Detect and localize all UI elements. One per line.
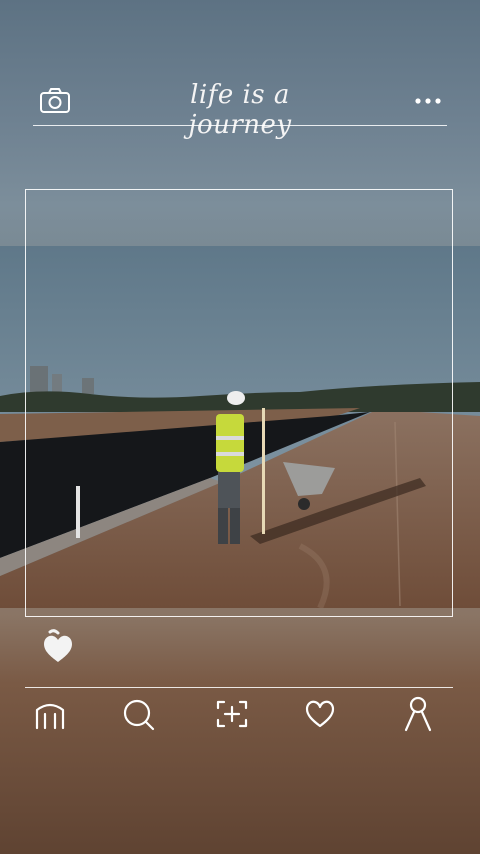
- nav-favorites[interactable]: [302, 694, 338, 734]
- heart-filled-icon: [44, 629, 72, 662]
- nav-search[interactable]: [120, 694, 156, 734]
- heart-outline-icon: [305, 700, 335, 728]
- camera-button[interactable]: [38, 86, 72, 116]
- page-title: life is a journey: [140, 78, 340, 140]
- nav-divider: [25, 687, 453, 688]
- top-bar: life is a journey: [0, 0, 480, 190]
- home-icon: [35, 703, 65, 730]
- more-options-button[interactable]: [412, 90, 444, 110]
- camera-icon: [40, 88, 70, 113]
- nav-scan[interactable]: [214, 694, 250, 734]
- header-divider: [33, 125, 447, 126]
- person-icon: [404, 696, 432, 732]
- photo-frame: [25, 189, 453, 617]
- nav-home[interactable]: [32, 694, 68, 734]
- like-button[interactable]: [40, 626, 76, 666]
- page-title-text: life is a journey: [188, 80, 292, 140]
- search-icon: [123, 699, 155, 731]
- more-dots-icon: [415, 98, 441, 104]
- bottom-navigation: [0, 694, 480, 740]
- scan-add-icon: [216, 700, 248, 728]
- nav-profile[interactable]: [400, 694, 436, 734]
